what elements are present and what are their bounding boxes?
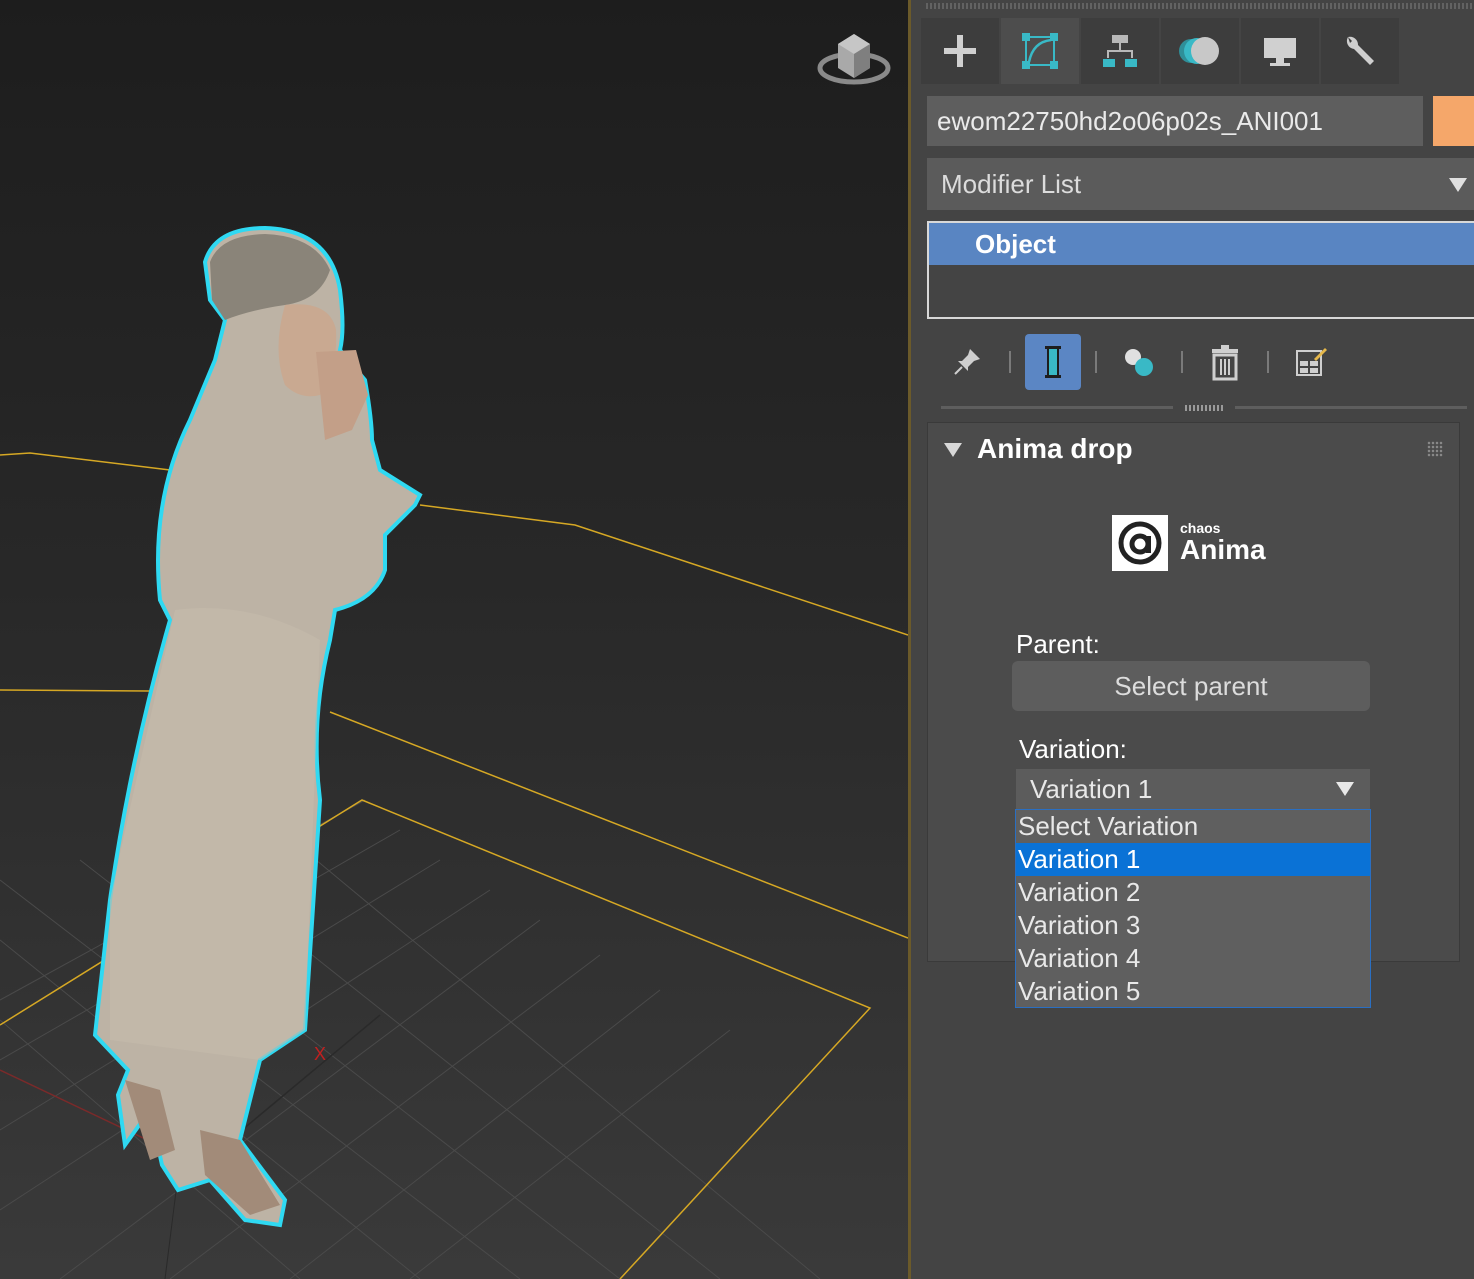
modifier-stack[interactable]: Object: [927, 221, 1474, 319]
hierarchy-icon: [1103, 35, 1137, 67]
tab-display[interactable]: [1241, 18, 1319, 84]
toolbar-separator: [1095, 351, 1097, 373]
chevron-down-icon: [1449, 178, 1467, 192]
modifier-list-dropdown[interactable]: Modifier List: [927, 158, 1474, 210]
drag-handle-icon[interactable]: [1427, 441, 1443, 457]
variation-selected-value: Variation 1: [1030, 774, 1153, 804]
variation-option[interactable]: Variation 5: [1016, 975, 1370, 1008]
rollout-title[interactable]: Anima drop: [977, 433, 1133, 465]
end-result-icon: [1045, 346, 1061, 378]
viewport-3d[interactable]: Z X: [0, 0, 908, 1279]
make-unique-icon: [1125, 349, 1153, 376]
tab-motion[interactable]: [1161, 18, 1239, 84]
command-tabs: [921, 18, 1401, 84]
tab-create[interactable]: [921, 18, 999, 84]
select-parent-button[interactable]: Select parent: [1012, 661, 1370, 711]
wrench-icon: [1346, 36, 1374, 65]
view-cube-icon[interactable]: [816, 28, 892, 94]
tab-modify[interactable]: [1001, 18, 1079, 84]
configure-sets-icon: [1296, 348, 1327, 376]
tab-hierarchy[interactable]: [1081, 18, 1159, 84]
pin-stack-button[interactable]: [939, 334, 995, 390]
variation-dropdown-list[interactable]: Select Variation Variation 1 Variation 2 Va…: [1015, 809, 1371, 1008]
toolbar-separator: [1181, 351, 1183, 373]
toolbar-separator: [1009, 351, 1011, 373]
splitter-line-right: [1235, 406, 1467, 409]
collapse-triangle-icon[interactable]: [944, 443, 962, 457]
variation-option[interactable]: Variation 4: [1016, 942, 1370, 975]
splitter-grip[interactable]: [1185, 405, 1225, 411]
modifier-list-label: Modifier List: [941, 169, 1082, 199]
variation-option[interactable]: Variation 1: [1016, 843, 1370, 876]
logo-big-text: Anima: [1180, 534, 1266, 565]
configure-modifier-sets-button[interactable]: [1283, 334, 1339, 390]
motion-icon: [1179, 37, 1219, 65]
logo-small-text: chaos: [1180, 520, 1221, 536]
chaos-anima-logo: chaos Anima: [1112, 515, 1266, 571]
plus-icon: [944, 35, 976, 67]
make-unique-button[interactable]: [1111, 334, 1167, 390]
variation-label: Variation:: [1019, 734, 1127, 764]
toolbar-separator: [1267, 351, 1269, 373]
object-color-swatch[interactable]: [1433, 96, 1474, 146]
axis-x-label: X: [314, 1044, 326, 1064]
stack-item-object[interactable]: Object: [929, 223, 1474, 265]
variation-option[interactable]: Variation 2: [1016, 876, 1370, 909]
variation-option[interactable]: Variation 3: [1016, 909, 1370, 942]
viewport-scene: Z X: [0, 225, 908, 1279]
chevron-down-icon: [1336, 782, 1354, 796]
stack-toolbar: [939, 334, 1353, 390]
remove-modifier-button[interactable]: [1197, 334, 1253, 390]
display-monitor-icon: [1264, 38, 1296, 66]
variation-dropdown[interactable]: Variation 1: [1016, 769, 1370, 809]
trash-icon: [1212, 345, 1238, 381]
anima-logo-icon: [1112, 515, 1168, 571]
modify-curve-icon: [1022, 33, 1058, 69]
variation-option[interactable]: Select Variation: [1016, 810, 1370, 843]
parent-label: Parent:: [1016, 629, 1100, 659]
command-panel: ewom22750hd2o06p02s_ANI001 Modifier List…: [911, 0, 1474, 1279]
pin-icon: [954, 349, 980, 375]
panel-grip[interactable]: [926, 3, 1474, 9]
tab-utilities[interactable]: [1321, 18, 1399, 84]
splitter-line-left: [941, 406, 1173, 409]
show-end-result-button[interactable]: [1025, 334, 1081, 390]
object-name-field[interactable]: ewom22750hd2o06p02s_ANI001: [927, 96, 1423, 146]
character-figure[interactable]: [92, 225, 423, 1228]
